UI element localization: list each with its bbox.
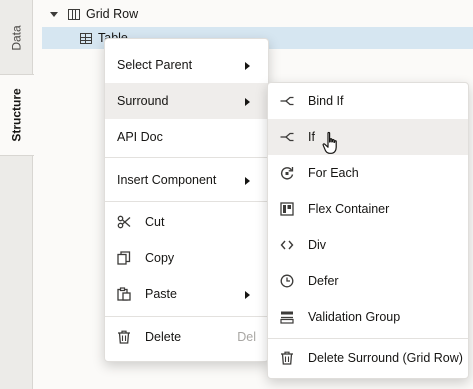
chevron-right-icon	[245, 62, 250, 70]
menu-separator	[105, 157, 268, 158]
surround-submenu: Bind If If For Each Flex Container Div D…	[267, 82, 469, 379]
branch-icon	[280, 94, 294, 108]
shortcut-label: Del	[237, 330, 256, 344]
submenu-item-bind-if[interactable]: Bind If	[268, 83, 468, 119]
chevron-down-icon[interactable]	[50, 11, 58, 17]
grid-row-icon	[68, 8, 80, 20]
tree-node-label: Grid Row	[86, 7, 139, 21]
chevron-right-icon	[245, 177, 250, 185]
submenu-item-delete-surround[interactable]: Delete Surround (Grid Row)	[268, 340, 468, 376]
menu-item-paste[interactable]: Paste	[105, 276, 268, 312]
submenu-item-flex-container[interactable]: Flex Container	[268, 191, 468, 227]
menu-item-select-parent[interactable]: Select Parent	[105, 47, 268, 83]
menu-item-copy[interactable]: Copy	[105, 240, 268, 276]
menu-separator	[268, 338, 468, 339]
scissors-icon	[117, 215, 131, 229]
menu-item-insert-component[interactable]: Insert Component	[105, 162, 268, 198]
validation-group-icon	[280, 310, 294, 324]
tree-node-grid-row[interactable]: Grid Row	[50, 4, 138, 24]
menu-item-api-doc[interactable]: API Doc	[105, 119, 268, 155]
tab-structure-label: Structure	[10, 88, 24, 142]
trash-icon	[280, 351, 294, 365]
code-brackets-icon	[280, 238, 294, 252]
menu-item-label: Copy	[145, 251, 175, 265]
menu-item-label: Delete Surround (Grid Row)	[308, 351, 463, 365]
trash-icon	[117, 330, 131, 344]
menu-item-label: Validation Group	[308, 310, 401, 324]
loop-icon	[280, 166, 294, 180]
submenu-item-validation-group[interactable]: Validation Group	[268, 299, 468, 335]
clock-icon	[280, 274, 294, 288]
branch-icon	[280, 130, 294, 144]
tab-structure[interactable]: Structure	[0, 74, 34, 156]
menu-item-label: API Doc	[117, 130, 163, 144]
menu-item-surround[interactable]: Surround	[105, 83, 268, 119]
menu-item-delete[interactable]: Delete Del	[105, 319, 268, 355]
table-icon	[80, 32, 92, 44]
menu-item-cut[interactable]: Cut	[105, 204, 268, 240]
menu-separator	[105, 316, 268, 317]
hand-pointer-cursor-icon	[322, 131, 342, 157]
menu-item-label: For Each	[308, 166, 359, 180]
menu-separator	[105, 201, 268, 202]
submenu-item-defer[interactable]: Defer	[268, 263, 468, 299]
menu-item-label: Flex Container	[308, 202, 390, 216]
submenu-item-div[interactable]: Div	[268, 227, 468, 263]
menu-item-label: Cut	[145, 215, 165, 229]
flex-container-icon	[280, 202, 294, 216]
submenu-item-for-each[interactable]: For Each	[268, 155, 468, 191]
tab-data[interactable]: Data	[0, 8, 33, 68]
submenu-item-if[interactable]: If	[268, 119, 468, 155]
menu-item-label: Div	[308, 238, 327, 252]
paste-icon	[117, 287, 131, 301]
tab-data-label: Data	[9, 25, 24, 51]
menu-item-label: Select Parent	[117, 58, 193, 72]
chevron-right-icon	[245, 98, 250, 106]
copy-icon	[117, 251, 131, 265]
chevron-right-icon	[245, 291, 250, 299]
menu-item-label: Defer	[308, 274, 339, 288]
menu-item-label: Paste	[145, 287, 177, 301]
side-tab-strip: Data Structure	[0, 0, 34, 389]
menu-item-label: Surround	[117, 94, 169, 108]
context-menu: Select Parent Surround API Doc Insert Co…	[104, 38, 269, 362]
menu-item-label: Delete	[145, 330, 182, 344]
menu-item-label: Insert Component	[117, 173, 217, 187]
menu-item-label: If	[308, 130, 315, 144]
menu-item-label: Bind If	[308, 94, 344, 108]
